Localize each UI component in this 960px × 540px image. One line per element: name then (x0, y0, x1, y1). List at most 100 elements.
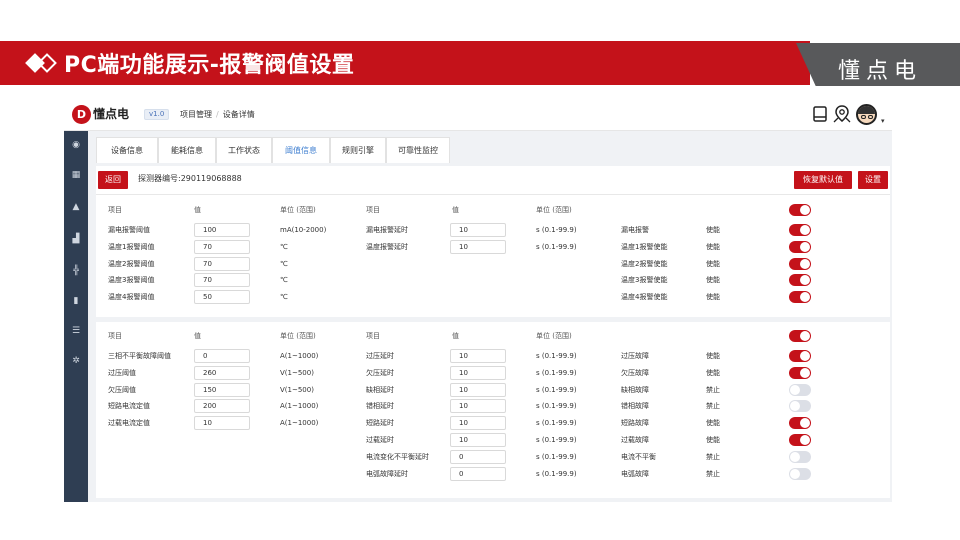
threshold-unit: V(1~500) (280, 385, 314, 394)
delay-input[interactable]: 10 (450, 416, 506, 431)
tab-threshold[interactable]: 阈值信息 (272, 137, 330, 163)
delay-unit: s (0.1-99.9) (536, 469, 577, 478)
toggle-knob (800, 367, 810, 378)
tab-device-info[interactable]: 设备信息 (96, 137, 158, 163)
threshold-input[interactable]: 100 (194, 223, 250, 237)
threshold-input[interactable]: 200 (194, 399, 250, 414)
delay-input[interactable]: 0 (450, 449, 506, 464)
enable-toggle[interactable] (789, 240, 811, 253)
threshold-unit: ℃ (280, 242, 288, 251)
threshold-input[interactable]: 50 (194, 290, 250, 305)
enable-state: 使能 (706, 293, 720, 302)
delay-unit: s (0.1-99.9) (536, 452, 577, 461)
enable-toggle[interactable] (789, 257, 811, 270)
enable-toggle[interactable] (789, 383, 811, 396)
enable-toggle[interactable] (789, 400, 811, 413)
threshold-input[interactable]: 260 (194, 365, 250, 380)
bell-icon[interactable]: ▲ (70, 201, 82, 213)
tab-reliability[interactable]: 可靠性监控 (386, 137, 450, 163)
tab-work-status[interactable]: 工作状态 (216, 137, 272, 163)
enable-state: 使能 (706, 352, 720, 360)
delay-input[interactable]: 10 (450, 433, 506, 447)
breadcrumb-project[interactable]: 项目管理 (180, 110, 212, 119)
slide: PC端功能展示-报警阀值设置 懂点电 D 懂点电 v1.0 项目管理 / 设备详情 … (0, 0, 960, 540)
toggle-knob (800, 292, 810, 303)
enable-toggle[interactable] (789, 274, 811, 287)
building-icon[interactable]: ▟ (70, 233, 82, 245)
delay-unit: s (0.1-99.9) (536, 226, 577, 234)
enable-label: 温度1报警使能 (621, 242, 668, 251)
toggle-knob (790, 401, 800, 412)
threshold-label: 过载电流定值 (108, 419, 150, 428)
delay-unit: s (0.1-99.9) (536, 368, 577, 377)
threshold-label: 温度1报警阈值 (108, 242, 155, 251)
enable-label: 短路故障 (621, 419, 649, 428)
settings-icon[interactable]: ✲ (70, 355, 82, 367)
delay-input[interactable]: 10 (450, 223, 506, 237)
enable-state: 禁止 (706, 402, 720, 411)
delay-label: 电弧故障延时 (366, 469, 408, 478)
dashboard-icon[interactable]: ◉ (70, 139, 82, 151)
header-unit: 单位 (范围) (280, 332, 316, 340)
delay-input[interactable]: 10 (450, 399, 506, 414)
enable-toggle[interactable] (789, 434, 811, 446)
enable-toggle[interactable] (789, 467, 811, 480)
threshold-label: 欠压阈值 (108, 385, 136, 394)
threshold-input[interactable]: 10 (194, 416, 250, 431)
map-pin-icon[interactable] (832, 104, 852, 124)
reset-default-button[interactable]: 恢复默认值 (794, 171, 852, 189)
threshold-label: 三相不平衡故障阈值 (108, 352, 171, 360)
header-value: 值 (452, 206, 459, 214)
delay-label: 电流变化不平衡延时 (366, 452, 429, 461)
logo-icon: D (72, 105, 91, 124)
list-icon[interactable]: ☰ (70, 325, 82, 337)
enable-toggle[interactable] (789, 450, 811, 463)
back-button[interactable]: 返回 (98, 171, 128, 189)
header-toggle[interactable] (789, 204, 811, 216)
chevron-down-icon[interactable]: ▾ (881, 117, 885, 125)
threshold-input[interactable]: 0 (194, 349, 250, 363)
threshold-label: 漏电报警阈值 (108, 226, 150, 234)
threshold-input[interactable]: 70 (194, 273, 250, 288)
header-item: 项目 (366, 206, 380, 214)
toggle-knob (800, 435, 810, 445)
header-unit: 单位 (范围) (280, 206, 316, 214)
header-toggle[interactable] (789, 330, 811, 342)
delay-input[interactable]: 0 (450, 466, 506, 481)
enable-toggle[interactable] (789, 224, 811, 236)
threshold-unit: A(1~1000) (280, 352, 319, 360)
tab-rules[interactable]: 规则引擎 (330, 137, 386, 163)
network-icon[interactable]: ╬ (70, 265, 82, 277)
delay-input[interactable]: 10 (450, 349, 506, 363)
enable-toggle[interactable] (789, 350, 811, 362)
threshold-input[interactable]: 70 (194, 256, 250, 271)
tab-energy[interactable]: 能耗信息 (158, 137, 216, 163)
header-unit: 单位 (范围) (536, 332, 572, 340)
delay-label: 过压延时 (366, 352, 394, 360)
set-button[interactable]: 设置 (858, 171, 888, 189)
threshold-input[interactable]: 70 (194, 239, 250, 254)
enable-state: 使能 (706, 242, 720, 251)
detector-id: 探测器编号:290119068888 (138, 174, 242, 183)
toggle-knob (800, 225, 810, 235)
threshold-unit: V(1~500) (280, 368, 314, 377)
grid-icon[interactable]: ▦ (70, 169, 82, 181)
file-icon[interactable]: ▮ (70, 295, 82, 307)
enable-state: 禁止 (706, 452, 720, 461)
avatar[interactable] (856, 104, 877, 125)
slide-title: PC端功能展示-报警阀值设置 (64, 53, 355, 78)
delay-input[interactable]: 10 (450, 365, 506, 380)
enable-toggle[interactable] (789, 417, 811, 430)
threshold-unit: A(1~1000) (280, 402, 319, 411)
threshold-label: 短路电流定值 (108, 402, 150, 411)
enable-toggle[interactable] (789, 366, 811, 379)
delay-input[interactable]: 10 (450, 382, 506, 397)
brand-name: 懂点电 (838, 59, 923, 84)
enable-state: 使能 (706, 436, 720, 444)
delay-input[interactable]: 10 (450, 239, 506, 254)
enable-toggle[interactable] (789, 291, 811, 304)
threshold-input[interactable]: 150 (194, 382, 250, 397)
fault-threshold-panel: 项目 值 单位 (范围) 项目 值 单位 (范围) 三相不平衡故障阈值 0 A(1~1000) 过… (96, 322, 890, 498)
book-icon[interactable] (810, 104, 830, 124)
toggle-knob (800, 258, 810, 269)
